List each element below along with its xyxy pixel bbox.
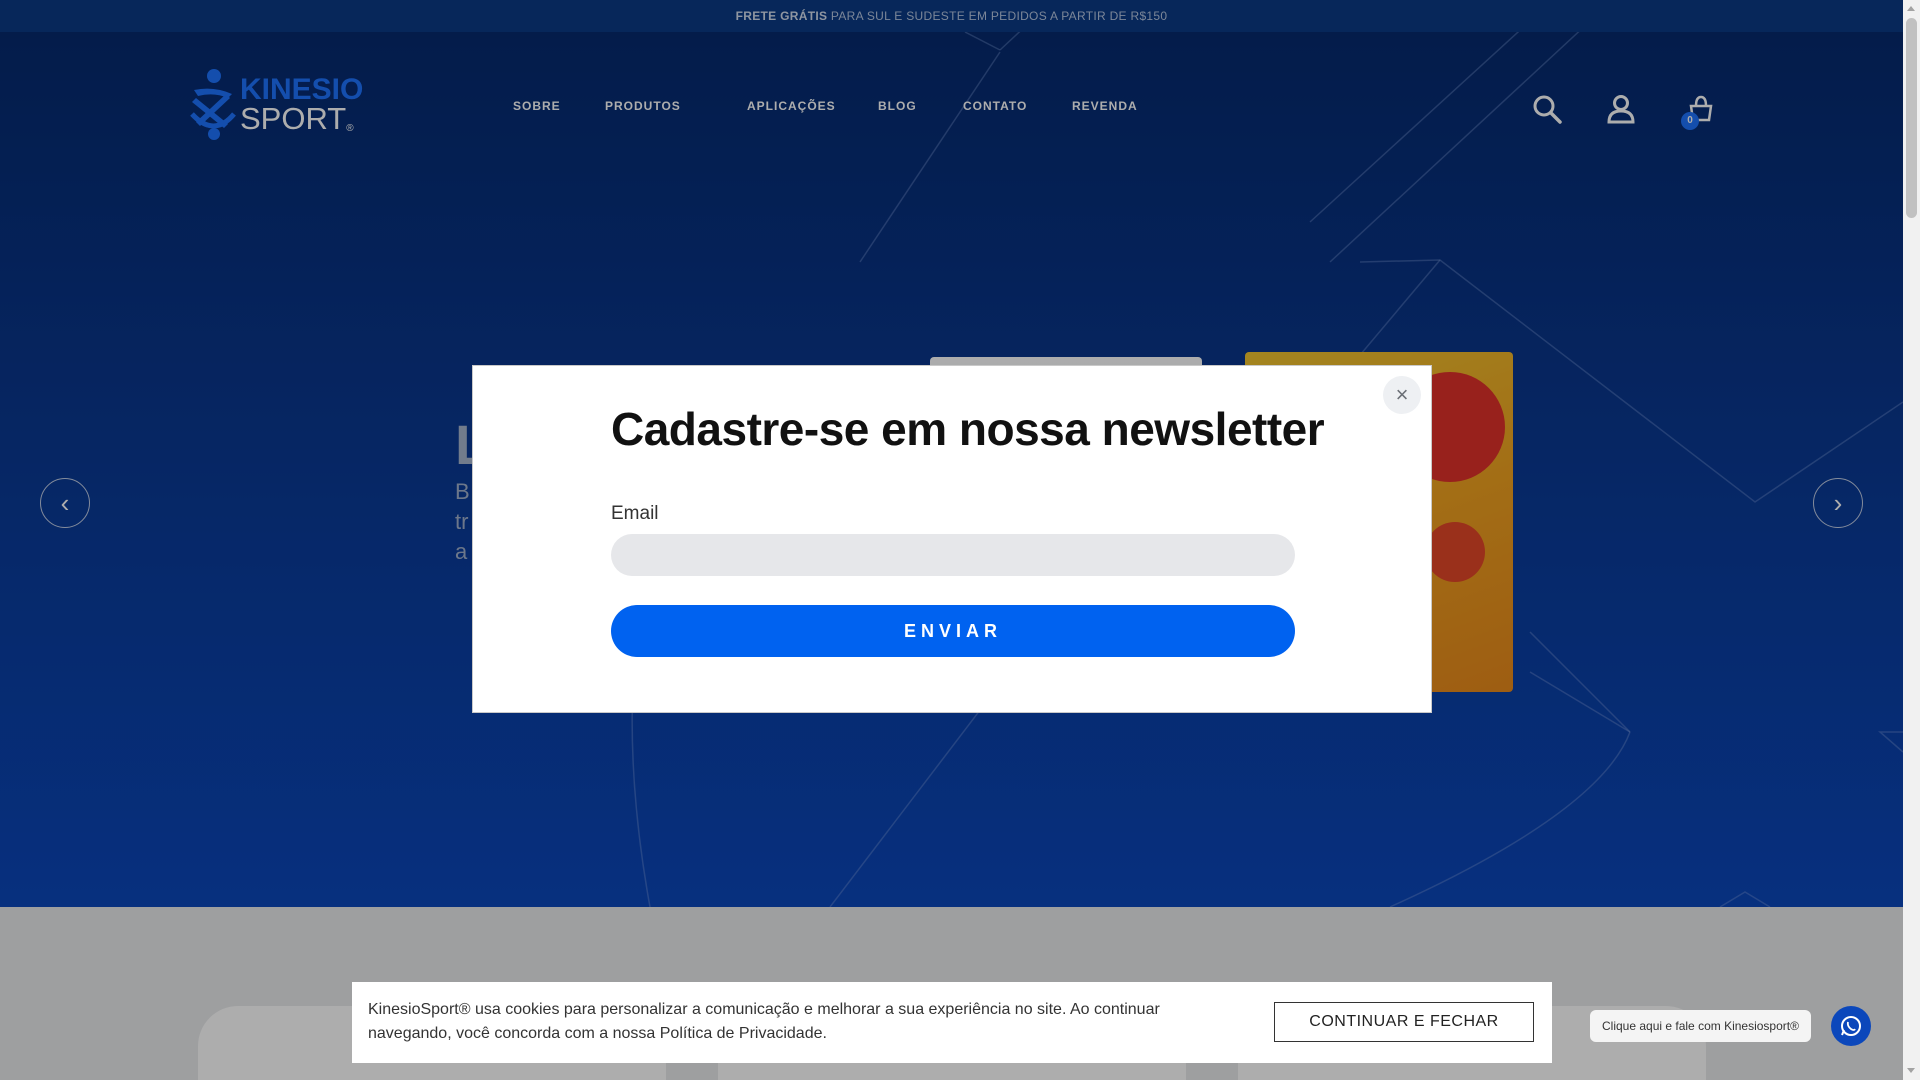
cookie-text: KinesioSport® usa cookies para personali… xyxy=(368,1001,1160,1042)
cookie-accept-button[interactable]: CONTINUAR E FECHAR xyxy=(1274,1002,1534,1042)
email-field[interactable] xyxy=(611,534,1295,576)
close-icon[interactable]: × xyxy=(1383,376,1421,414)
scroll-up-icon[interactable] xyxy=(1907,6,1915,11)
whatsapp-button[interactable] xyxy=(1831,1006,1871,1046)
newsletter-modal: × Cadastre-se em nossa newsletter Email … xyxy=(472,365,1432,713)
cookie-banner: KinesioSport® usa cookies para personali… xyxy=(352,982,1552,1063)
whatsapp-tooltip[interactable]: Clique aqui e fale com Kinesiosport® xyxy=(1590,1010,1811,1042)
whatsapp-icon xyxy=(1841,1016,1861,1036)
page-scrollbar[interactable] xyxy=(1903,0,1920,1080)
submit-button[interactable]: ENVIAR xyxy=(611,605,1295,657)
scroll-thumb[interactable] xyxy=(1906,18,1917,218)
modal-title: Cadastre-se em nossa newsletter xyxy=(611,403,1325,455)
email-label: Email xyxy=(611,503,659,524)
scroll-down-icon[interactable] xyxy=(1907,1068,1915,1073)
